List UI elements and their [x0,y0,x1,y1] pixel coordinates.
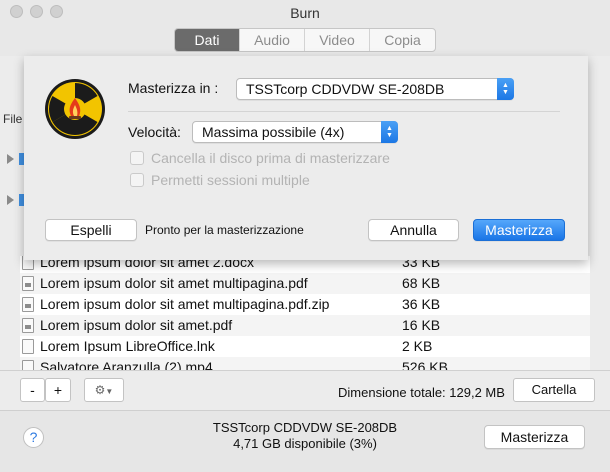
burn-dialog-button[interactable]: Masterizza [473,219,565,241]
zip-file-icon [22,297,34,312]
tab-audio[interactable]: Audio [240,29,305,51]
multisession-checkbox-label: Permetti sessioni multiple [151,172,310,188]
column-header-file: File [3,112,23,126]
gear-icon: ⚙ [94,383,106,397]
speed-select-value: Massima possibile (4x) [202,124,345,140]
file-list[interactable]: Lorem ipsum dolor sit amet 2.docx 33 KB … [20,256,590,370]
eject-button[interactable]: Espelli [45,219,137,241]
file-name: Lorem ipsum dolor sit amet.pdf [40,317,233,333]
folder-button[interactable]: Cartella [513,378,595,402]
list-item[interactable]: Lorem ipsum dolor sit amet.pdf 16 KB [20,315,590,336]
pdf-file-icon [22,318,34,333]
drive-select[interactable]: TSSTcorp CDDVDW SE-208DB ▲ ▼ [236,78,514,100]
total-size: Dimensione totale: 129,2 MB [338,385,505,400]
list-item[interactable]: Salvatore Aranzulla (2).mp4 526 KB [20,357,590,370]
file-name: Lorem ipsum dolor sit amet multipagina.p… [40,275,308,291]
updown-chevron-icon: ▲ ▼ [497,78,514,100]
file-name: Lorem Ipsum LibreOffice.lnk [40,338,215,354]
file-size: 16 KB [402,317,441,333]
list-item[interactable]: Lorem Ipsum LibreOffice.lnk 2 KB [20,336,590,357]
file-size: 68 KB [402,275,441,291]
chevron-down-icon: ▼ [105,387,114,396]
disclosure-triangle-icon[interactable] [7,195,14,205]
tab-dati[interactable]: Dati [175,29,240,51]
file-size: 36 KB [402,296,441,312]
speed-label: Velocità: [128,124,181,140]
erase-option: Cancella il disco prima di masterizzare [130,150,390,166]
tab-video[interactable]: Video [305,29,370,51]
list-controls-bar: - + ⚙▼ Dimensione totale: 129,2 MB Carte… [0,370,610,410]
mode-tabs: Dati Audio Video Copia [174,28,436,52]
burn-button[interactable]: Masterizza [484,425,585,449]
device-availability: 4,71 GB disponibile (3%) [233,436,377,451]
erase-checkbox-label: Cancella il disco prima di masterizzare [151,150,390,166]
updown-chevron-icon: ▲ ▼ [381,121,398,143]
divider [128,111,560,112]
file-size: 526 KB [402,359,448,370]
drive-select-value: TSSTcorp CDDVDW SE-208DB [246,81,445,97]
title-bar: Burn [0,0,610,26]
document-icon [22,339,34,354]
video-file-icon [22,360,34,370]
multisession-option: Permetti sessioni multiple [130,172,310,188]
speed-select[interactable]: Massima possibile (4x) ▲ ▼ [192,121,398,143]
cancel-button[interactable]: Annulla [368,219,459,241]
burn-in-label: Masterizza in : [128,80,219,96]
toolbar: Dati Audio Video Copia [0,26,610,56]
burn-radioactive-logo-icon [45,79,105,139]
status-text: Pronto per la masterizzazione [145,223,304,237]
actions-menu-button[interactable]: ⚙▼ [84,378,124,402]
tab-copia[interactable]: Copia [370,29,435,51]
list-item[interactable]: Lorem ipsum dolor sit amet multipagina.p… [20,294,590,315]
multisession-checkbox[interactable] [130,173,144,187]
disclosure-triangle-icon[interactable] [7,154,14,164]
remove-item-button[interactable]: - [20,378,45,402]
erase-checkbox[interactable] [130,151,144,165]
help-button[interactable]: ? [23,427,44,448]
file-name: Lorem ipsum dolor sit amet multipagina.p… [40,296,330,312]
add-item-button[interactable]: + [45,378,71,402]
footer: ? TSSTcorp CDDVDW SE-208DB 4,71 GB dispo… [0,410,610,472]
window-title: Burn [290,5,320,21]
device-name: TSSTcorp CDDVDW SE-208DB [212,420,398,435]
file-name: Salvatore Aranzulla (2).mp4 [40,359,213,370]
file-size: 2 KB [402,338,433,354]
pdf-file-icon [22,276,34,291]
burn-sheet: Masterizza in : TSSTcorp CDDVDW SE-208DB… [24,56,588,260]
list-item[interactable]: Lorem ipsum dolor sit amet multipagina.p… [20,273,590,294]
